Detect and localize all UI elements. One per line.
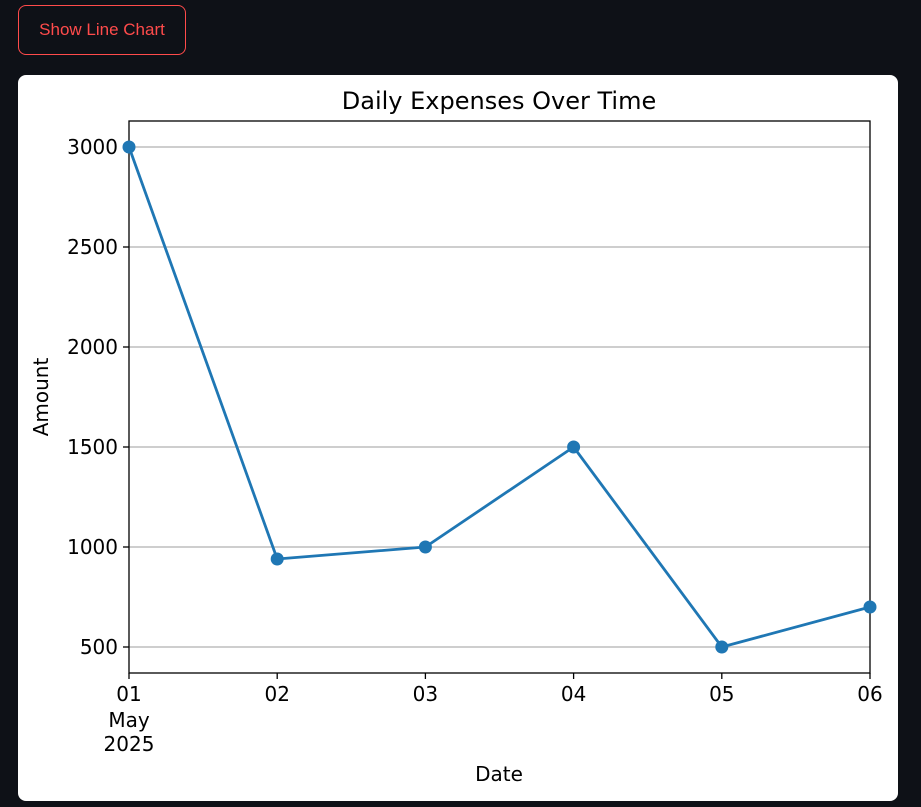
x-tick-label-03: 03 bbox=[413, 682, 438, 706]
data-point-05 bbox=[715, 640, 729, 654]
x-tick-label-06: 06 bbox=[857, 682, 882, 706]
x-tick-label-02: 02 bbox=[264, 682, 289, 706]
series-layer bbox=[122, 140, 877, 654]
x-tick-label-01: 01 bbox=[116, 682, 141, 706]
y-axis-ticks: 500 1000 1500 2000 2500 3000 bbox=[67, 135, 129, 659]
y-tick-label-500: 500 bbox=[80, 635, 118, 659]
y-tick-label-3000: 3000 bbox=[67, 135, 118, 159]
y-tick-label-1000: 1000 bbox=[67, 535, 118, 559]
data-point-04 bbox=[567, 440, 581, 454]
show-line-chart-button[interactable]: Show Line Chart bbox=[18, 5, 186, 55]
x-tick-label-04: 04 bbox=[561, 682, 586, 706]
grid-lines bbox=[129, 146, 870, 648]
data-point-02 bbox=[270, 552, 284, 566]
data-point-06 bbox=[863, 600, 877, 614]
data-point-01 bbox=[122, 140, 136, 154]
y-tick-label-2500: 2500 bbox=[67, 235, 118, 259]
series-line-0 bbox=[127, 146, 871, 649]
data-point-03 bbox=[418, 540, 432, 554]
plot-frame bbox=[128, 120, 871, 674]
x-tick-sublabel-may: May bbox=[108, 708, 150, 732]
x-tick-label-05: 05 bbox=[709, 682, 734, 706]
y-tick-label-1500: 1500 bbox=[67, 435, 118, 459]
line-chart: Daily Expenses Over Time 500 1000 1500 2000… bbox=[29, 87, 883, 786]
chart-card: Daily Expenses Over Time 500 1000 1500 2000… bbox=[18, 75, 898, 801]
y-tick-label-2000: 2000 bbox=[67, 335, 118, 359]
x-axis-ticks: 01May2025 02 03 04 05 06 bbox=[104, 673, 883, 756]
chart-title: Daily Expenses Over Time bbox=[342, 87, 656, 115]
x-axis-label: Date bbox=[475, 762, 523, 786]
y-axis-label: Amount bbox=[29, 358, 53, 437]
x-tick-sublabel-2025: 2025 bbox=[104, 732, 155, 756]
